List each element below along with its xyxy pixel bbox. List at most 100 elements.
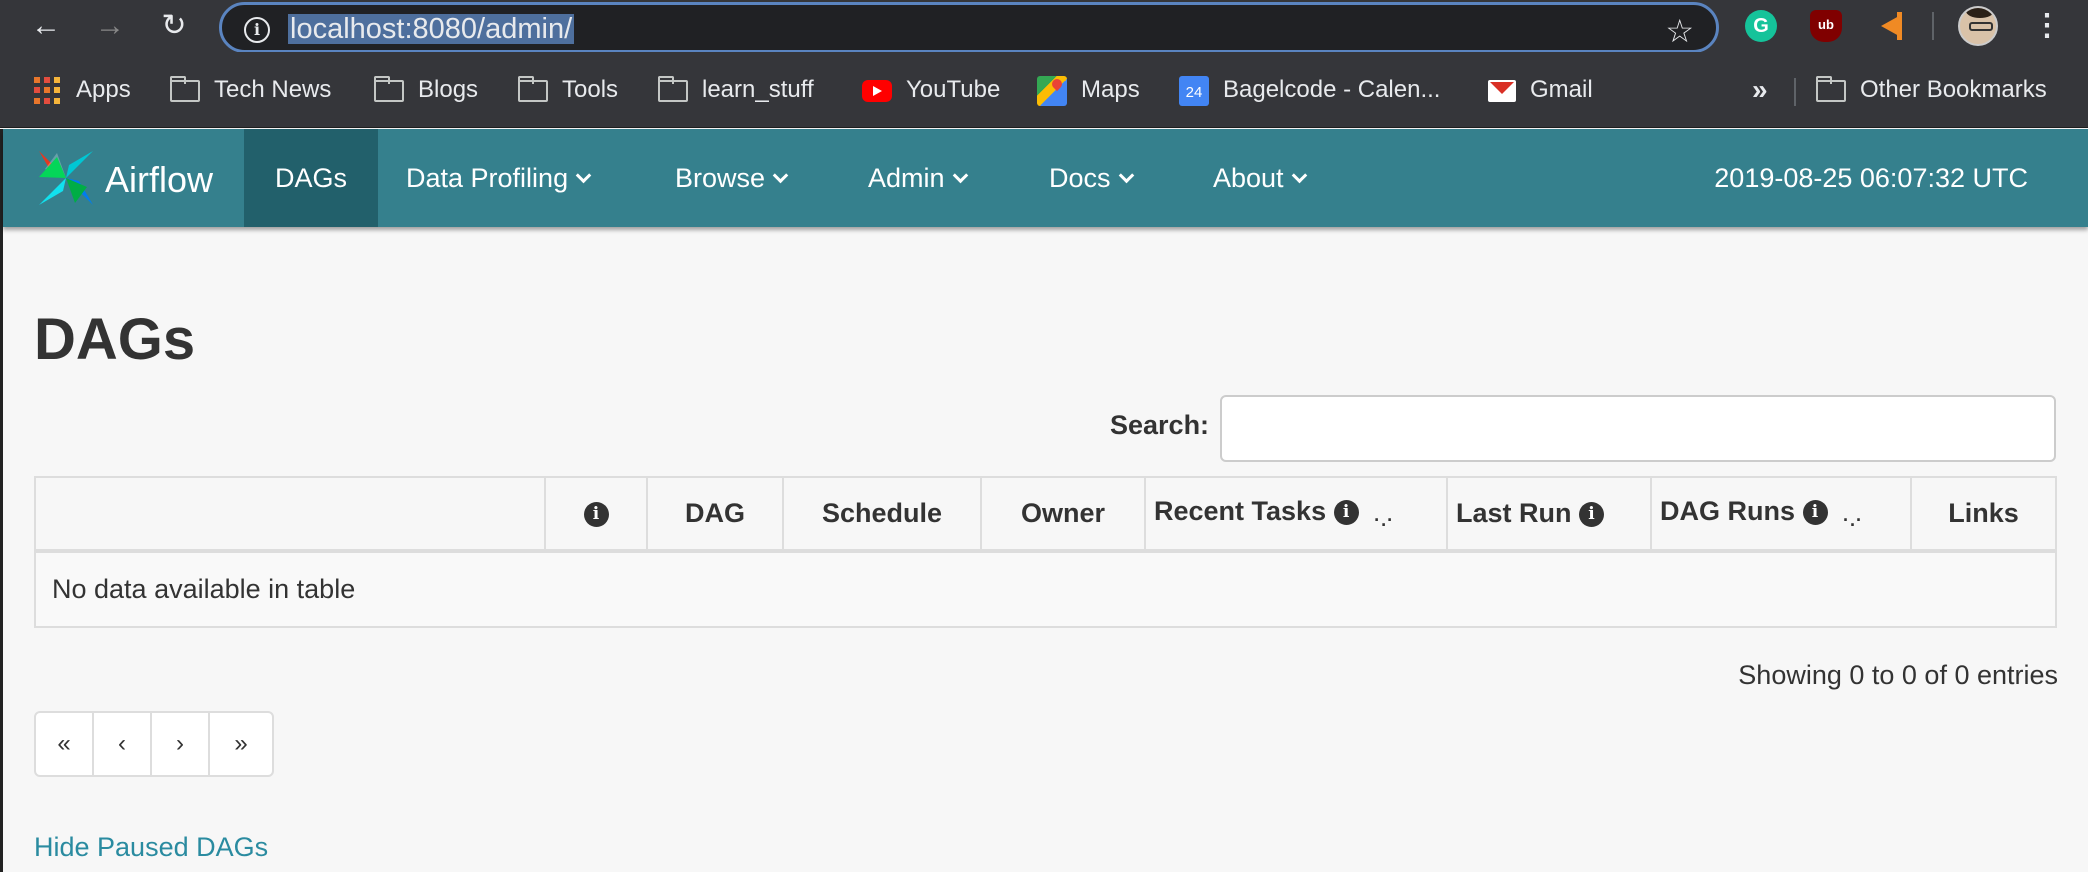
apps-grid-icon xyxy=(34,76,62,105)
reload-icon[interactable]: ↻ xyxy=(156,8,192,44)
bookmark-label: YouTube xyxy=(906,76,1001,103)
nav-about[interactable]: About xyxy=(1213,129,1307,227)
bookmark-tools[interactable]: Tools xyxy=(518,72,618,108)
table-info-text: Showing 0 to 0 of 0 entries xyxy=(1738,660,2058,690)
folder-icon xyxy=(170,75,200,102)
bookmark-apps[interactable]: Apps xyxy=(34,72,131,108)
bookmark-youtube[interactable]: YouTube xyxy=(862,72,1000,108)
loading-spinner-icon: ·.· xyxy=(1374,510,1395,530)
folder-icon xyxy=(658,75,688,102)
forward-arrow-icon[interactable]: → xyxy=(92,8,128,44)
table-header-row: i DAG Schedule Owner Recent Tasks i ·.· … xyxy=(34,476,2057,553)
toolbar-divider xyxy=(1932,12,1934,40)
nav-label: Admin xyxy=(868,163,945,193)
ublock-extension-icon[interactable]: ub xyxy=(1810,10,1842,42)
bookmark-learn-stuff[interactable]: learn_stuff xyxy=(658,72,814,108)
column-header-dag[interactable]: DAG xyxy=(646,476,784,553)
info-icon[interactable]: i xyxy=(583,502,609,527)
address-bar[interactable]: i localhost:8080/admin/ ☆ xyxy=(219,2,1719,53)
calendar-icon: 24 xyxy=(1179,75,1209,106)
search-label: Search: xyxy=(1110,410,1210,440)
column-label: Schedule xyxy=(821,498,943,528)
nav-label: About xyxy=(1213,163,1284,193)
chevron-down-icon xyxy=(1118,167,1134,184)
nav-label: DAGs xyxy=(274,163,347,193)
window-edge xyxy=(0,129,3,872)
youtube-icon xyxy=(862,79,892,102)
column-header-toggle[interactable] xyxy=(34,476,546,553)
server-clock: 2019-08-25 06:07:32 UTC xyxy=(1714,163,2028,193)
browser-menu-icon[interactable]: ⋮ xyxy=(2032,8,2062,44)
column-label: Owner xyxy=(1020,498,1106,528)
next-page-button[interactable]: › xyxy=(152,713,210,775)
pagination: « ‹ › » xyxy=(34,711,274,777)
folder-icon xyxy=(1816,75,1846,102)
column-header-links[interactable]: Links xyxy=(1910,476,2057,553)
chevron-down-icon xyxy=(575,167,592,184)
dags-table: i DAG Schedule Owner Recent Tasks i ·.· … xyxy=(34,476,2057,628)
info-icon[interactable]: i xyxy=(1802,500,1828,525)
table-row: No data available in table xyxy=(34,550,2057,628)
site-info-icon[interactable]: i xyxy=(244,17,270,43)
folder-icon xyxy=(518,75,548,102)
nav-docs[interactable]: Docs xyxy=(1049,129,1134,227)
gmail-icon xyxy=(1488,79,1516,102)
bookmark-other-bookmarks[interactable]: Other Bookmarks xyxy=(1816,72,2047,108)
profile-avatar[interactable] xyxy=(1958,6,1998,46)
nav-data-profiling[interactable]: Data Profiling xyxy=(406,129,592,227)
nav-label: Docs xyxy=(1049,163,1111,193)
bookmark-blogs[interactable]: Blogs xyxy=(374,72,478,108)
column-header-schedule[interactable]: Schedule xyxy=(782,476,982,553)
bookmarks-divider xyxy=(1794,78,1796,106)
back-arrow-icon[interactable]: ← xyxy=(28,8,64,44)
column-label: Recent Tasks xyxy=(1154,496,1327,526)
chevron-down-icon xyxy=(772,167,789,184)
bookmark-label: Apps xyxy=(76,76,131,103)
bookmark-maps[interactable]: Maps xyxy=(1037,72,1140,108)
bookmark-label: Other Bookmarks xyxy=(1860,76,2047,103)
hide-paused-dags-link[interactable]: Hide Paused DAGs xyxy=(34,832,268,863)
bookmark-bagelcode-calendar[interactable]: 24 Bagelcode - Calen... xyxy=(1179,72,1440,108)
nav-browse[interactable]: Browse xyxy=(675,129,789,227)
url-text[interactable]: localhost:8080/admin/ xyxy=(288,14,575,44)
chevron-down-icon xyxy=(952,167,968,184)
airflow-pinwheel-icon xyxy=(39,151,93,205)
empty-table-message: No data available in table xyxy=(34,550,2057,628)
info-icon[interactable]: i xyxy=(1333,500,1359,525)
column-label: Last Run xyxy=(1456,498,1572,528)
column-header-owner[interactable]: Owner xyxy=(980,476,1146,553)
brand-text: Airflow xyxy=(105,159,214,200)
column-header-recent-tasks[interactable]: Recent Tasks i ·.· xyxy=(1144,476,1448,553)
nav-dags[interactable]: DAGs xyxy=(244,129,378,227)
bookmark-gmail[interactable]: Gmail xyxy=(1488,72,1593,108)
grammarly-extension-icon[interactable]: G xyxy=(1745,10,1777,42)
column-label: Links xyxy=(1948,498,2019,528)
bookmark-tech-news[interactable]: Tech News xyxy=(170,72,331,108)
nav-admin[interactable]: Admin xyxy=(868,129,968,227)
bookmark-label: Tools xyxy=(562,76,619,103)
bookmark-label: Blogs xyxy=(418,76,479,103)
airflow-navbar: Airflow DAGs Data Profiling Browse Admin… xyxy=(3,129,2088,227)
nav-label: Data Profiling xyxy=(406,163,569,193)
megaphone-extension-icon[interactable] xyxy=(1875,10,1907,42)
maps-icon xyxy=(1037,75,1067,106)
bookmark-label: Bagelcode - Calen... xyxy=(1223,76,1441,103)
bookmark-label: learn_stuff xyxy=(702,76,814,103)
first-page-button[interactable]: « xyxy=(36,713,94,775)
column-label: DAG Runs xyxy=(1660,496,1795,526)
bookmark-label: Gmail xyxy=(1530,76,1593,103)
column-header-dag-runs[interactable]: DAG Runs i ·.· xyxy=(1650,476,1912,553)
column-header-info[interactable]: i xyxy=(544,476,648,553)
search-input[interactable] xyxy=(1220,395,2056,462)
last-page-button[interactable]: » xyxy=(210,713,272,775)
more-bookmarks-chevron-icon[interactable]: » xyxy=(1752,74,1768,106)
previous-page-button[interactable]: ‹ xyxy=(94,713,152,775)
info-icon[interactable]: i xyxy=(1579,502,1605,527)
browser-toolbar: ← → ↻ i localhost:8080/admin/ ☆ G ub ⋮ xyxy=(0,0,2088,53)
bookmark-label: Maps xyxy=(1081,76,1140,103)
bookmark-label: Tech News xyxy=(214,76,332,103)
bookmark-star-icon[interactable]: ☆ xyxy=(1665,12,1694,50)
loading-spinner-icon: ·.· xyxy=(1843,510,1864,530)
column-header-last-run[interactable]: Last Run i xyxy=(1446,476,1652,553)
folder-icon xyxy=(374,75,404,102)
